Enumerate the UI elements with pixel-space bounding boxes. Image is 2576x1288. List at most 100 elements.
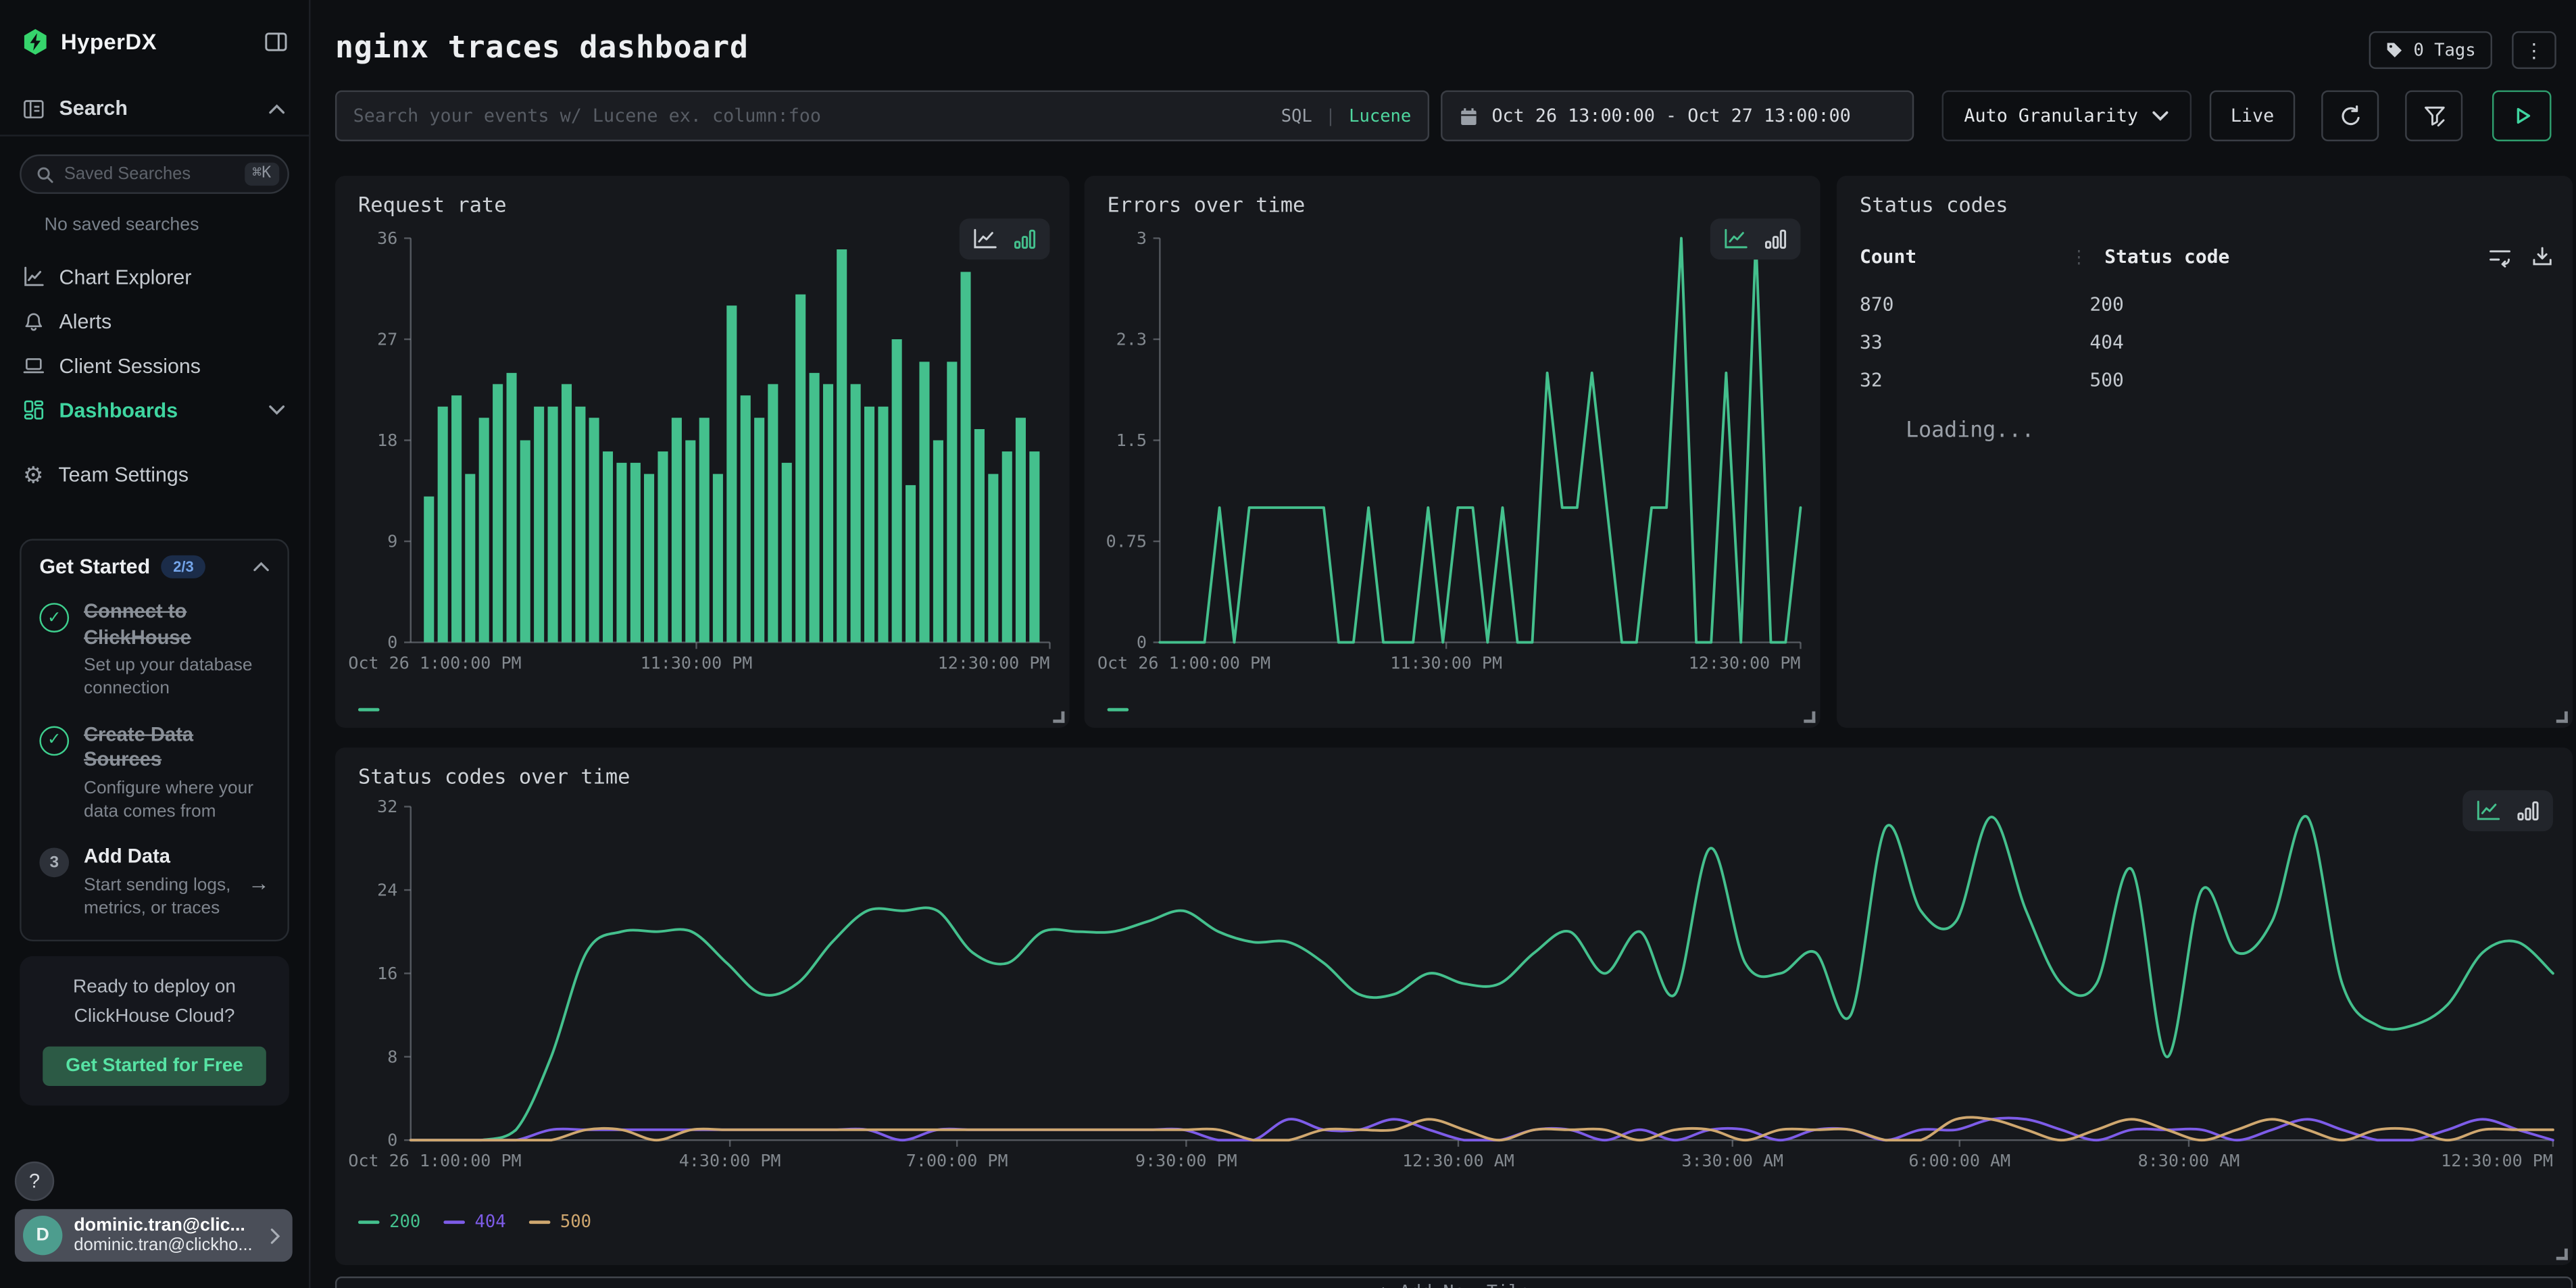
- tags-label: 0 Tags: [2413, 41, 2475, 60]
- svg-text:12:30:00 PM: 12:30:00 PM: [938, 653, 1050, 672]
- get-started-card: Get Started 2/3 ✓ Connect to ClickHouse …: [20, 539, 289, 942]
- date-range-value: Oct 26 13:00:00 - Oct 27 13:00:00: [1491, 105, 1850, 127]
- date-range-picker[interactable]: Oct 26 13:00:00 - Oct 27 13:00:00: [1441, 91, 1914, 141]
- loading-text: Loading...: [1906, 419, 2034, 443]
- promo-line1: Ready to deploy on: [73, 979, 236, 998]
- overflow-menu-button[interactable]: ⋮: [2512, 31, 2556, 69]
- add-new-tile-button[interactable]: + Add New Tile: [335, 1277, 2573, 1288]
- step-desc: Set up your database connection: [84, 654, 270, 701]
- event-search-input[interactable]: SQL | Lucene: [335, 91, 1429, 141]
- search-icon: [36, 165, 54, 183]
- svg-text:32: 32: [377, 797, 397, 816]
- tags-button[interactable]: 0 Tags: [2369, 31, 2492, 69]
- avatar: D: [23, 1216, 62, 1255]
- svg-text:36: 36: [377, 228, 397, 248]
- help-button[interactable]: ?: [15, 1162, 54, 1201]
- laptop-icon: [23, 355, 45, 376]
- bell-icon: [23, 310, 45, 332]
- legend-item[interactable]: [1108, 708, 1129, 712]
- bar-chart-toggle-button[interactable]: [2517, 800, 2540, 822]
- no-saved-searches-text: No saved searches: [45, 215, 309, 234]
- bar-chart-toggle-button[interactable]: [1014, 228, 1037, 250]
- granularity-value: Auto Granularity: [1964, 105, 2138, 127]
- table-header: Count ⋮ Status code: [1860, 245, 2553, 268]
- svg-text:8: 8: [387, 1047, 397, 1066]
- sidebar-item-team-settings[interactable]: ⚙ Team Settings: [0, 452, 309, 497]
- panel-title: Status codes over time: [358, 764, 630, 788]
- legend-item[interactable]: 404: [443, 1212, 505, 1232]
- collapse-sidebar-button[interactable]: [264, 30, 287, 52]
- sidebar-item-chart-explorer[interactable]: Chart Explorer: [0, 255, 309, 299]
- line-chart-toggle-button[interactable]: [972, 228, 997, 250]
- cell-status-code: 404: [2089, 329, 2124, 352]
- bar-chart-toggle-button[interactable]: [1764, 228, 1787, 250]
- chevron-down-icon: [2153, 110, 2169, 122]
- nav-label: Alerts: [59, 309, 286, 332]
- get-started-header[interactable]: Get Started 2/3: [39, 555, 269, 578]
- mode-divider: |: [1325, 106, 1335, 126]
- saved-searches-field[interactable]: [64, 164, 234, 184]
- dashboards-icon: [23, 399, 45, 421]
- svg-text:11:30:00 PM: 11:30:00 PM: [1390, 653, 1502, 672]
- svg-text:0.75: 0.75: [1106, 532, 1147, 551]
- svg-text:18: 18: [377, 430, 397, 450]
- legend-item[interactable]: 500: [529, 1212, 591, 1232]
- legend-item[interactable]: 200: [358, 1212, 420, 1232]
- check-circle-icon: ✓: [39, 726, 69, 756]
- saved-searches-input[interactable]: ⌘K: [20, 155, 289, 194]
- refresh-icon: [2339, 104, 2362, 127]
- chart-type-toggle: [960, 218, 1050, 259]
- sidebar-item-client-sessions[interactable]: Client Sessions: [0, 343, 309, 388]
- chart-type-toggle: [1710, 218, 1801, 259]
- line-chart-toggle-button[interactable]: [2476, 800, 2500, 822]
- svg-text:Oct 26 1:00:00 PM: Oct 26 1:00:00 PM: [1097, 653, 1270, 672]
- resize-handle[interactable]: [1053, 712, 1064, 723]
- granularity-select[interactable]: Auto Granularity: [1942, 91, 2192, 141]
- wrap-text-button[interactable]: [2489, 245, 2512, 267]
- step-number-badge: 3: [39, 848, 69, 878]
- nav-label: Dashboards: [59, 399, 253, 422]
- errors-over-time-chart: 00.751.52.33Oct 26 1:00:00 PM11:30:00 PM…: [1094, 228, 1810, 685]
- chevron-up-icon: [268, 103, 286, 114]
- sidebar-item-search[interactable]: Search: [0, 82, 309, 137]
- get-started-step-add-data[interactable]: 3 Add Data Start sending logs, metrics, …: [39, 845, 269, 920]
- legend-dash: [358, 708, 380, 712]
- table-row: 32500: [1860, 360, 2553, 397]
- chevron-up-icon: [253, 562, 269, 572]
- download-button[interactable]: [2531, 245, 2553, 267]
- resize-handle[interactable]: [2556, 712, 2568, 723]
- cell-count: 870: [1860, 292, 2089, 315]
- refresh-button[interactable]: [2321, 91, 2379, 141]
- get-started-free-button[interactable]: Get Started for Free: [43, 1047, 266, 1086]
- live-button[interactable]: Live: [2210, 91, 2295, 141]
- sidebar-item-dashboards[interactable]: Dashboards: [0, 388, 309, 432]
- line-chart-toggle-button[interactable]: [1723, 228, 1748, 250]
- svg-text:4:30:00 PM: 4:30:00 PM: [679, 1151, 781, 1170]
- run-query-button[interactable]: [2492, 91, 2552, 141]
- filter-button[interactable]: [2405, 91, 2462, 141]
- svg-text:8:30:00 AM: 8:30:00 AM: [2138, 1151, 2240, 1170]
- request-rate-chart: 09182736Oct 26 1:00:00 PM11:30:00 PM12:3…: [345, 228, 1060, 685]
- promo-line2: ClickHouse Cloud?: [74, 1007, 235, 1026]
- step-title: Create Data Sources: [84, 722, 270, 774]
- resize-handle[interactable]: [2556, 1249, 2568, 1260]
- sidebar-item-alerts[interactable]: Alerts: [0, 299, 309, 343]
- svg-text:0: 0: [387, 633, 397, 652]
- step-title: Connect to ClickHouse: [84, 599, 270, 651]
- legend-item[interactable]: [358, 708, 380, 712]
- tag-icon: [2385, 41, 2404, 59]
- sql-mode-toggle[interactable]: SQL: [1281, 106, 1312, 126]
- table-row: 870200: [1860, 284, 2553, 322]
- panel-title: Status codes: [1860, 192, 2008, 216]
- event-search-field[interactable]: [353, 105, 1268, 127]
- nav-label: Client Sessions: [59, 354, 286, 377]
- user-email: dominic.tran@clickho...: [74, 1235, 257, 1255]
- resize-handle[interactable]: [1804, 712, 1815, 723]
- search-section-icon: [23, 98, 45, 120]
- lucene-mode-toggle[interactable]: Lucene: [1349, 106, 1411, 126]
- legend-label: 200: [389, 1212, 420, 1232]
- column-resize-handle[interactable]: ⋮: [2070, 245, 2088, 267]
- svg-text:Oct 26 1:00:00 PM: Oct 26 1:00:00 PM: [348, 1151, 521, 1170]
- svg-text:9:30:00 PM: 9:30:00 PM: [1135, 1151, 1237, 1170]
- user-menu[interactable]: D dominic.tran@clic... dominic.tran@clic…: [15, 1209, 293, 1262]
